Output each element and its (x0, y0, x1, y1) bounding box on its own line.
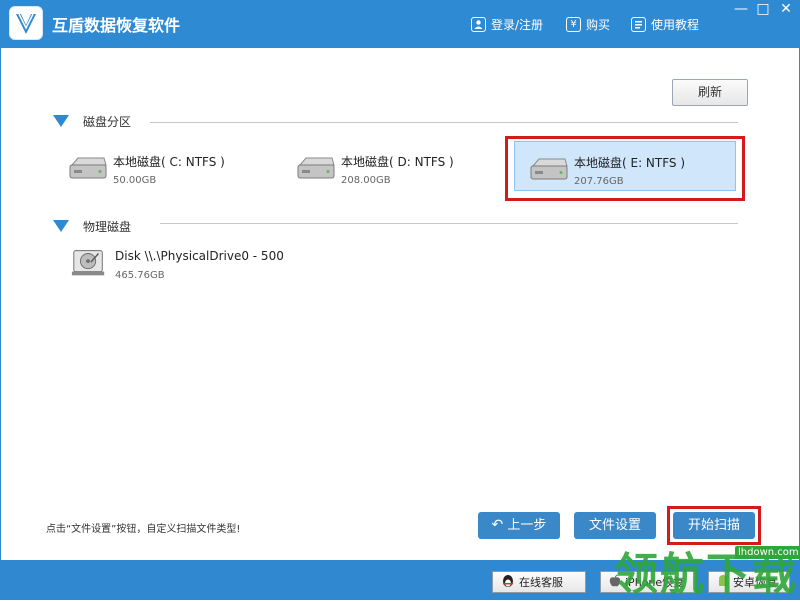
login-register-label: 登录/注册 (491, 17, 544, 32)
collapse-triangle-icon[interactable] (53, 220, 69, 232)
close-button[interactable]: ✕ (774, 0, 798, 18)
start-scan-button[interactable]: 开始扫描 (673, 512, 755, 539)
partitions-label: 磁盘分区 (83, 114, 132, 129)
drive-c[interactable]: 本地磁盘( C: NTFS ) 50.00GB (54, 141, 274, 191)
drive-name: 本地磁盘( C: NTFS ) (113, 155, 225, 169)
yen-icon: ¥ (566, 16, 581, 32)
back-arrow-icon: ↶ (491, 517, 504, 533)
drive-size: 465.76GB (115, 270, 165, 281)
partitions-header[interactable]: 磁盘分区 (53, 112, 131, 130)
user-icon (471, 16, 486, 32)
section-divider (150, 122, 738, 123)
book-icon (631, 16, 646, 32)
drive-name: 本地磁盘( D: NTFS ) (341, 155, 454, 169)
app-title: 互盾数据恢复软件 (52, 16, 181, 35)
drive-name: 本地磁盘( E: NTFS ) (574, 156, 686, 170)
maximize-button[interactable]: □ (752, 0, 774, 18)
buy-button[interactable]: ¥ 购买 (566, 15, 610, 33)
online-service-label: 在线客服 (519, 576, 563, 589)
online-service-button[interactable]: 在线客服 (492, 571, 586, 593)
back-button[interactable]: ↶ 上一步 (478, 512, 560, 539)
minimize-button[interactable]: — (730, 0, 752, 18)
hint-text: 点击“文件设置”按钮，自定义扫描文件类型! (46, 524, 241, 535)
collapse-triangle-icon[interactable] (53, 115, 69, 127)
section-divider (160, 223, 738, 224)
physical-label: 物理磁盘 (83, 219, 132, 234)
login-register-button[interactable]: 登录/注册 (471, 15, 543, 33)
physical-disk-icon (71, 250, 105, 276)
drive-e[interactable]: 本地磁盘( E: NTFS ) 207.76GB (514, 141, 736, 191)
hard-drive-icon (69, 157, 107, 179)
physical-header[interactable]: 物理磁盘 (53, 217, 131, 235)
drive-name: Disk \\.\PhysicalDrive0 - 500 (115, 249, 284, 263)
title-bar: 互盾数据恢复软件 登录/注册 ¥ 购买 使用教程 — □ ✕ (0, 0, 800, 48)
qq-penguin-icon (501, 574, 515, 591)
drive-d[interactable]: 本地磁盘( D: NTFS ) 208.00GB (282, 141, 502, 191)
hard-drive-icon (297, 157, 335, 179)
back-label: 上一步 (507, 518, 547, 533)
tutorial-label: 使用教程 (651, 17, 700, 32)
physical-drive-0[interactable]: Disk \\.\PhysicalDrive0 - 500 465.76GB (56, 240, 316, 290)
buy-label: 购买 (586, 17, 611, 32)
drive-size: 50.00GB (113, 175, 157, 186)
drive-size: 207.76GB (574, 176, 624, 187)
tutorial-button[interactable]: 使用教程 (631, 15, 699, 33)
drive-size: 208.00GB (341, 175, 391, 186)
file-settings-button[interactable]: 文件设置 (574, 512, 656, 539)
refresh-button[interactable]: 刷新 (672, 79, 748, 106)
watermark-url: lhdown.com (735, 546, 800, 559)
app-logo-icon (9, 6, 43, 40)
hard-drive-icon (530, 158, 568, 180)
